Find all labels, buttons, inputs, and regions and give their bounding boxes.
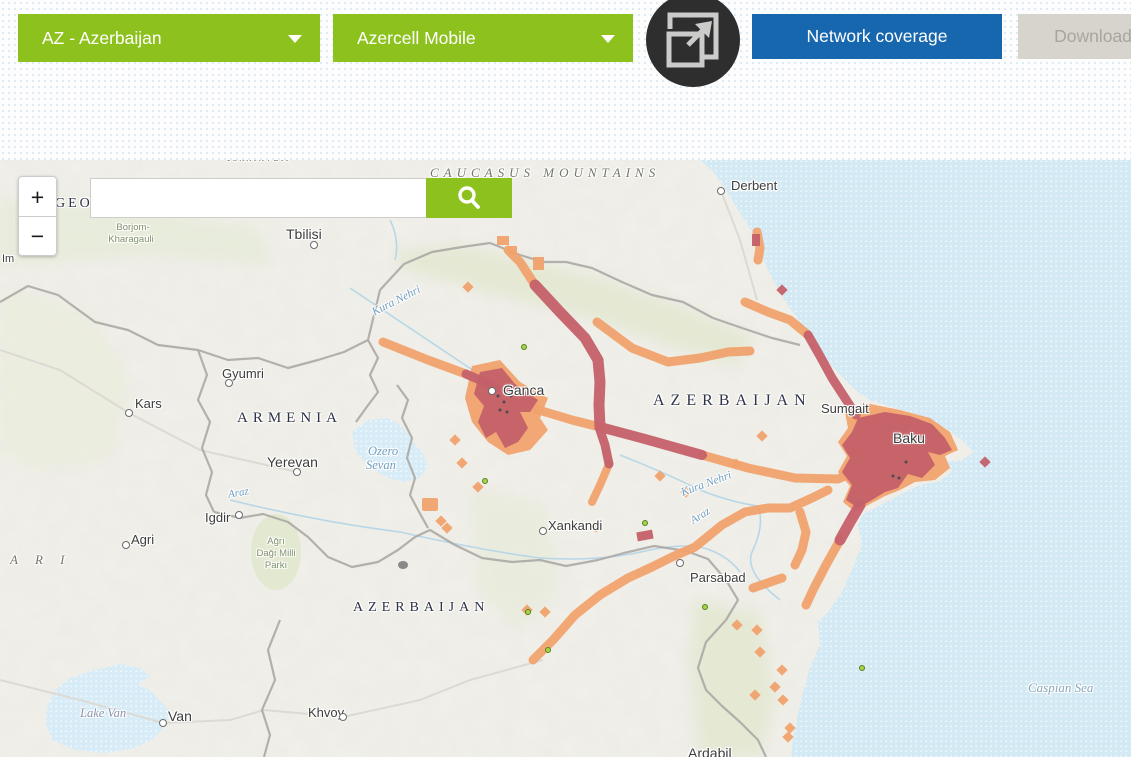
network-coverage-button[interactable]: Network coverage xyxy=(752,14,1002,59)
map-search xyxy=(90,178,512,218)
chevron-down-icon xyxy=(601,35,615,43)
map-zoom-control: + − xyxy=(18,176,57,256)
toolbar: AZ - Azerbaijan Azercell Mobile Network … xyxy=(0,0,1131,160)
city-marker-khvoy xyxy=(339,713,347,721)
city-marker-xankandi xyxy=(539,527,547,535)
search-button[interactable] xyxy=(426,178,512,218)
download-button[interactable]: Download xyxy=(1018,14,1131,59)
expand-icon xyxy=(646,0,740,87)
city-marker-tbilisi xyxy=(310,241,318,249)
zoom-in-button[interactable]: + xyxy=(18,176,57,216)
city-marker-derbent xyxy=(717,187,725,195)
city-marker-parsabad xyxy=(676,559,684,567)
country-select-value: AZ - Azerbaijan xyxy=(42,28,162,49)
map-canvas xyxy=(0,160,1131,757)
city-marker-gyumri xyxy=(225,379,233,387)
city-marker-kars xyxy=(125,409,133,417)
country-select[interactable]: AZ - Azerbaijan xyxy=(18,14,320,62)
mountain-peak-mark xyxy=(398,561,408,569)
coverage-app: AZ - Azerbaijan Azercell Mobile Network … xyxy=(0,0,1131,757)
search-input[interactable] xyxy=(90,178,426,218)
chevron-down-icon xyxy=(288,35,302,43)
operator-select-value: Azercell Mobile xyxy=(357,28,476,49)
city-marker-igdir xyxy=(235,511,243,519)
city-marker-ganca xyxy=(488,387,496,395)
city-marker-yerevan xyxy=(293,468,301,476)
city-marker-van xyxy=(159,719,167,727)
zoom-out-button[interactable]: − xyxy=(18,216,57,256)
fullscreen-button[interactable] xyxy=(646,0,740,87)
city-marker-agri xyxy=(122,541,130,549)
search-icon xyxy=(455,184,483,212)
operator-select[interactable]: Azercell Mobile xyxy=(333,14,633,62)
coverage-map[interactable]: Tskhinvali CAUCASUS MOUNTAINS Derbent GE… xyxy=(0,160,1131,757)
